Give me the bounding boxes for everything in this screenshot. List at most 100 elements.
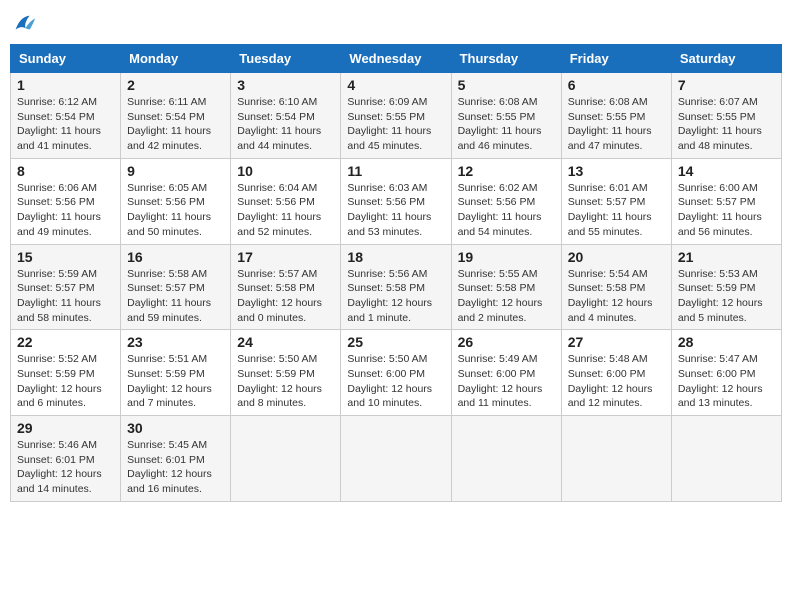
day-info: Sunrise: 5:56 AM Sunset: 5:58 PM Dayligh… [347,267,444,326]
day-number: 11 [347,163,444,179]
calendar-cell: 1 Sunrise: 6:12 AM Sunset: 5:54 PM Daylig… [11,73,121,159]
day-number: 24 [237,334,334,350]
calendar-cell [341,416,451,502]
day-info: Sunrise: 5:58 AM Sunset: 5:57 PM Dayligh… [127,267,224,326]
calendar-cell: 16 Sunrise: 5:58 AM Sunset: 5:57 PM Dayli… [121,244,231,330]
day-number: 10 [237,163,334,179]
day-info: Sunrise: 5:52 AM Sunset: 5:59 PM Dayligh… [17,352,114,411]
day-info: Sunrise: 6:01 AM Sunset: 5:57 PM Dayligh… [568,181,665,240]
day-number: 14 [678,163,775,179]
day-number: 16 [127,249,224,265]
day-info: Sunrise: 6:00 AM Sunset: 5:57 PM Dayligh… [678,181,775,240]
day-info: Sunrise: 6:09 AM Sunset: 5:55 PM Dayligh… [347,95,444,154]
week-row: 15Sunrise: 5:59 AM Sunset: 5:57 PM Dayli… [11,244,782,330]
calendar-header-row: SundayMondayTuesdayWednesdayThursdayFrid… [11,45,782,73]
day-header-saturday: Saturday [671,45,781,73]
day-number: 6 [568,77,665,93]
day-number: 27 [568,334,665,350]
calendar-cell: 19Sunrise: 5:55 AM Sunset: 5:58 PM Dayli… [451,244,561,330]
day-info: Sunrise: 6:04 AM Sunset: 5:56 PM Dayligh… [237,181,334,240]
calendar-cell: 21 Sunrise: 5:53 AM Sunset: 5:59 PM Dayli… [671,244,781,330]
calendar-cell: 18 Sunrise: 5:56 AM Sunset: 5:58 PM Dayli… [341,244,451,330]
day-info: Sunrise: 6:10 AM Sunset: 5:54 PM Dayligh… [237,95,334,154]
calendar-cell: 9 Sunrise: 6:05 AM Sunset: 5:56 PM Daylig… [121,158,231,244]
day-number: 23 [127,334,224,350]
calendar-cell [671,416,781,502]
day-number: 3 [237,77,334,93]
calendar-cell: 20Sunrise: 5:54 AM Sunset: 5:58 PM Dayli… [561,244,671,330]
day-info: Sunrise: 5:57 AM Sunset: 5:58 PM Dayligh… [237,267,334,326]
day-number: 19 [458,249,555,265]
calendar-cell: 13 Sunrise: 6:01 AM Sunset: 5:57 PM Dayli… [561,158,671,244]
day-number: 1 [17,77,114,93]
day-info: Sunrise: 5:59 AM Sunset: 5:57 PM Dayligh… [17,267,114,326]
calendar-cell: 29Sunrise: 5:46 AM Sunset: 6:01 PM Dayli… [11,416,121,502]
day-number: 5 [458,77,555,93]
week-row: 29Sunrise: 5:46 AM Sunset: 6:01 PM Dayli… [11,416,782,502]
day-info: Sunrise: 6:08 AM Sunset: 5:55 PM Dayligh… [458,95,555,154]
calendar-cell: 4 Sunrise: 6:09 AM Sunset: 5:55 PM Daylig… [341,73,451,159]
day-number: 9 [127,163,224,179]
day-info: Sunrise: 6:02 AM Sunset: 5:56 PM Dayligh… [458,181,555,240]
day-info: Sunrise: 5:47 AM Sunset: 6:00 PM Dayligh… [678,352,775,411]
calendar-cell: 2Sunrise: 6:11 AM Sunset: 5:54 PM Daylig… [121,73,231,159]
calendar-cell: 8Sunrise: 6:06 AM Sunset: 5:56 PM Daylig… [11,158,121,244]
day-info: Sunrise: 5:46 AM Sunset: 6:01 PM Dayligh… [17,438,114,497]
day-number: 28 [678,334,775,350]
calendar-cell [231,416,341,502]
calendar-cell: 17 Sunrise: 5:57 AM Sunset: 5:58 PM Dayli… [231,244,341,330]
calendar-cell: 14 Sunrise: 6:00 AM Sunset: 5:57 PM Dayli… [671,158,781,244]
calendar-cell: 3 Sunrise: 6:10 AM Sunset: 5:54 PM Daylig… [231,73,341,159]
day-number: 7 [678,77,775,93]
day-info: Sunrise: 6:06 AM Sunset: 5:56 PM Dayligh… [17,181,114,240]
calendar-cell: 12 Sunrise: 6:02 AM Sunset: 5:56 PM Dayli… [451,158,561,244]
day-number: 26 [458,334,555,350]
day-header-tuesday: Tuesday [231,45,341,73]
calendar-cell: 10 Sunrise: 6:04 AM Sunset: 5:56 PM Dayli… [231,158,341,244]
day-info: Sunrise: 5:53 AM Sunset: 5:59 PM Dayligh… [678,267,775,326]
calendar-cell: 30 Sunrise: 5:45 AM Sunset: 6:01 PM Dayli… [121,416,231,502]
day-info: Sunrise: 5:54 AM Sunset: 5:58 PM Dayligh… [568,267,665,326]
day-number: 21 [678,249,775,265]
calendar-cell: 26 Sunrise: 5:49 AM Sunset: 6:00 PM Dayli… [451,330,561,416]
day-header-wednesday: Wednesday [341,45,451,73]
calendar-cell: 23 Sunrise: 5:51 AM Sunset: 5:59 PM Dayli… [121,330,231,416]
day-number: 17 [237,249,334,265]
day-info: Sunrise: 6:03 AM Sunset: 5:56 PM Dayligh… [347,181,444,240]
day-info: Sunrise: 5:45 AM Sunset: 6:01 PM Dayligh… [127,438,224,497]
day-info: Sunrise: 5:48 AM Sunset: 6:00 PM Dayligh… [568,352,665,411]
calendar-cell: 6 Sunrise: 6:08 AM Sunset: 5:55 PM Daylig… [561,73,671,159]
day-info: Sunrise: 5:50 AM Sunset: 5:59 PM Dayligh… [237,352,334,411]
calendar-cell: 24 Sunrise: 5:50 AM Sunset: 5:59 PM Dayli… [231,330,341,416]
day-header-friday: Friday [561,45,671,73]
day-info: Sunrise: 6:07 AM Sunset: 5:55 PM Dayligh… [678,95,775,154]
calendar-cell: 25Sunrise: 5:50 AM Sunset: 6:00 PM Dayli… [341,330,451,416]
calendar-cell: 27 Sunrise: 5:48 AM Sunset: 6:00 PM Dayli… [561,330,671,416]
day-number: 4 [347,77,444,93]
day-number: 30 [127,420,224,436]
calendar-cell [451,416,561,502]
day-info: Sunrise: 6:12 AM Sunset: 5:54 PM Dayligh… [17,95,114,154]
day-number: 22 [17,334,114,350]
page-header [10,10,782,38]
day-number: 12 [458,163,555,179]
day-number: 13 [568,163,665,179]
calendar-cell: 28 Sunrise: 5:47 AM Sunset: 6:00 PM Dayli… [671,330,781,416]
calendar-cell: 5 Sunrise: 6:08 AM Sunset: 5:55 PM Daylig… [451,73,561,159]
day-header-monday: Monday [121,45,231,73]
calendar-cell [561,416,671,502]
calendar-cell: 7 Sunrise: 6:07 AM Sunset: 5:55 PM Daylig… [671,73,781,159]
week-row: 1 Sunrise: 6:12 AM Sunset: 5:54 PM Daylig… [11,73,782,159]
day-info: Sunrise: 5:49 AM Sunset: 6:00 PM Dayligh… [458,352,555,411]
day-number: 18 [347,249,444,265]
day-info: Sunrise: 6:08 AM Sunset: 5:55 PM Dayligh… [568,95,665,154]
calendar-table: SundayMondayTuesdayWednesdayThursdayFrid… [10,44,782,502]
day-number: 2 [127,77,224,93]
logo [10,10,42,38]
logo-bird-icon [10,10,38,38]
week-row: 22 Sunrise: 5:52 AM Sunset: 5:59 PM Dayli… [11,330,782,416]
day-info: Sunrise: 5:51 AM Sunset: 5:59 PM Dayligh… [127,352,224,411]
day-info: Sunrise: 6:05 AM Sunset: 5:56 PM Dayligh… [127,181,224,240]
week-row: 8Sunrise: 6:06 AM Sunset: 5:56 PM Daylig… [11,158,782,244]
day-header-thursday: Thursday [451,45,561,73]
